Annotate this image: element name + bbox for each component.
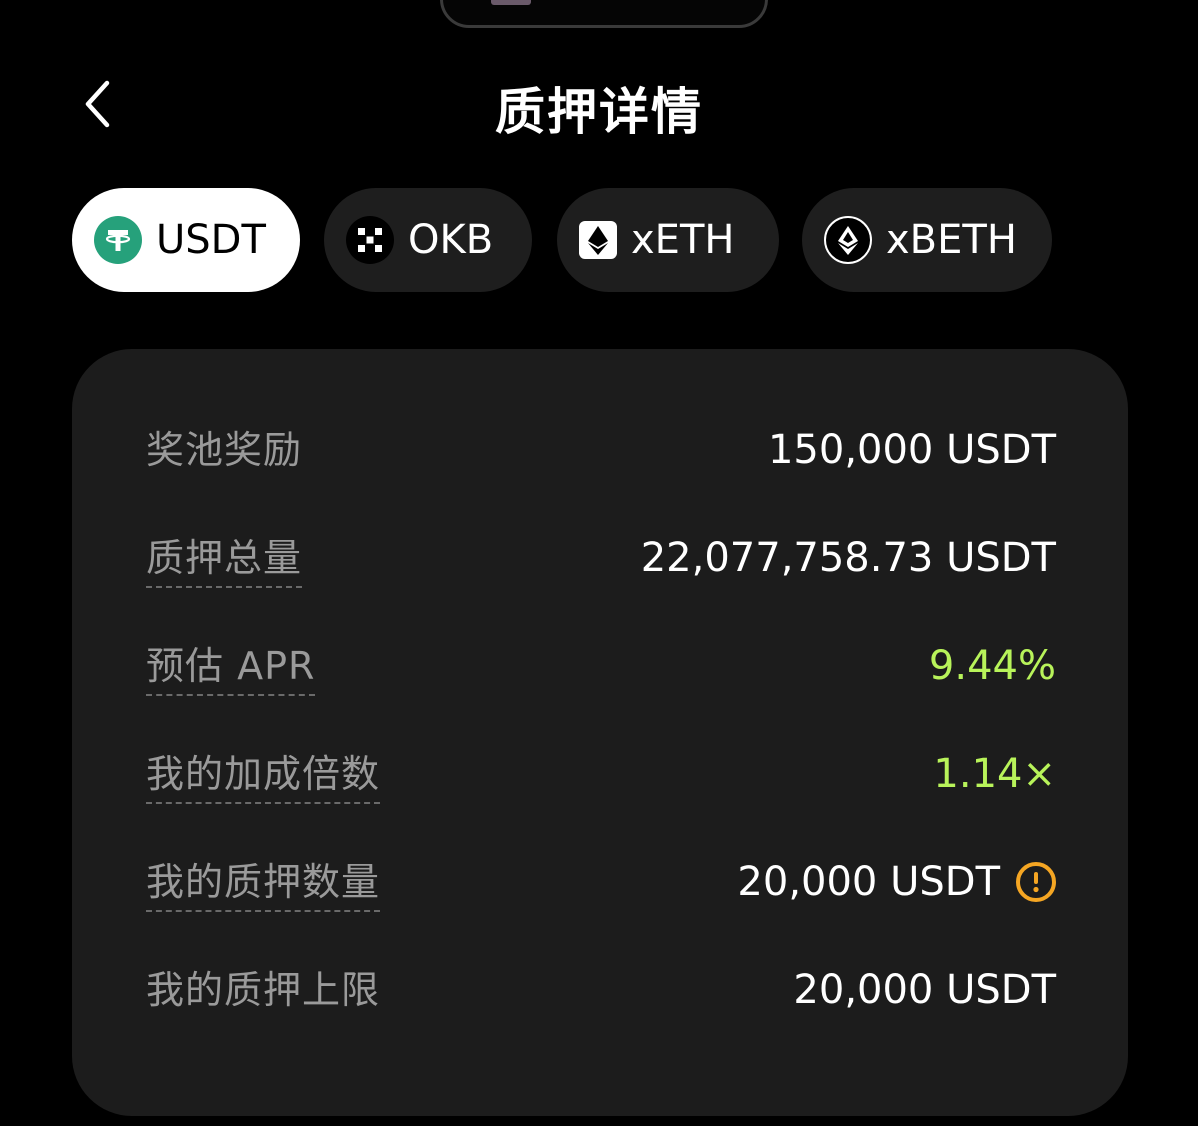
detail-value: 20,000 USDT — [793, 967, 1056, 1013]
detail-label: 我的质押上限 — [146, 968, 381, 1012]
detail-row-my-limit: 我的质押上限 20,000 USDT — [146, 964, 1056, 1020]
detail-label[interactable]: 预估 APR — [146, 640, 316, 696]
detail-value: 150,000 USDT — [767, 427, 1056, 473]
detail-label[interactable]: 我的质押数量 — [146, 856, 381, 912]
detail-row-boost-multiplier: 我的加成倍数 1.14× — [146, 748, 1056, 804]
detail-value: 9.44% — [928, 643, 1056, 689]
tab-usdt[interactable]: USDT — [72, 188, 300, 292]
detail-value: 1.14× — [933, 751, 1056, 797]
tab-label-okb: OKB — [408, 217, 494, 263]
tab-label-xeth: xETH — [631, 217, 735, 263]
detail-row-total-staked: 质押总量 22,077,758.73 USDT — [146, 532, 1056, 588]
detail-value: 20,000 USDT — [737, 859, 1000, 905]
notch-thumbnail — [491, 0, 531, 5]
header: 质押详情 — [0, 60, 1198, 150]
tab-xbeth[interactable]: xBETH — [802, 188, 1052, 292]
staking-details-card: 奖池奖励 150,000 USDT 质押总量 22,077,758.73 USD… — [72, 349, 1128, 1116]
detail-label[interactable]: 质押总量 — [146, 532, 303, 588]
detail-row-prize-pool: 奖池奖励 150,000 USDT — [146, 424, 1056, 480]
ethereum-icon — [579, 221, 617, 259]
tab-okb[interactable]: OKB — [324, 188, 532, 292]
detail-label: 奖池奖励 — [146, 428, 303, 472]
detail-value: 22,077,758.73 USDT — [640, 535, 1056, 581]
detail-value-group: 20,000 USDT — [737, 856, 1056, 908]
tab-label-xbeth: xBETH — [886, 217, 1017, 263]
camera-notch — [440, 0, 768, 28]
tab-label-usdt: USDT — [156, 217, 266, 263]
detail-label[interactable]: 我的加成倍数 — [146, 748, 381, 804]
page-title: 质押详情 — [495, 83, 703, 141]
beth-icon — [824, 216, 872, 264]
detail-row-estimated-apr: 预估 APR 9.44% — [146, 640, 1056, 696]
tab-xeth[interactable]: xETH — [557, 188, 779, 292]
okb-icon — [346, 216, 394, 264]
detail-row-my-staked: 我的质押数量 20,000 USDT — [146, 856, 1056, 912]
warning-icon[interactable] — [1016, 862, 1056, 902]
tether-icon — [94, 216, 142, 264]
